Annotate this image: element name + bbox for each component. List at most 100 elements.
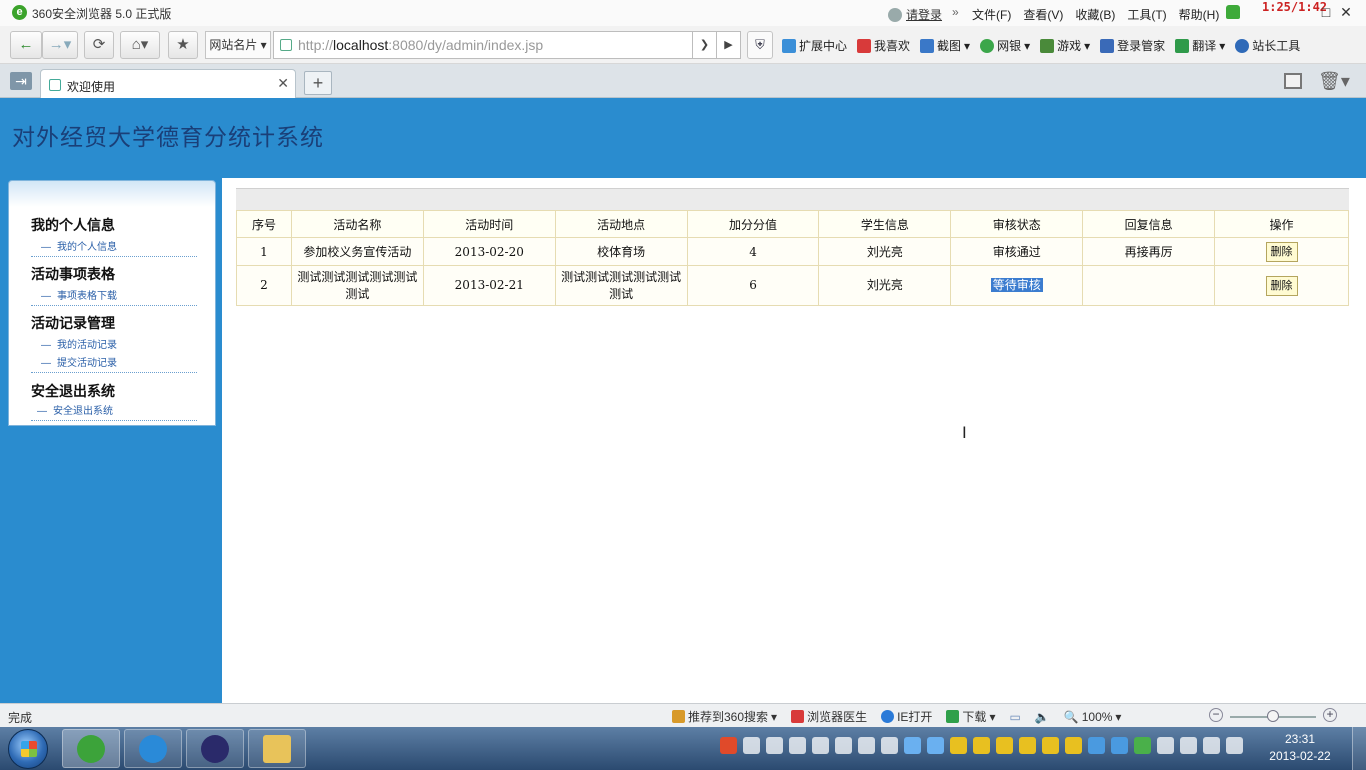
sidebar-item-my-records[interactable]: — 我的活动记录 <box>31 337 197 355</box>
favorite-star-button[interactable]: ★ <box>168 31 198 59</box>
system-clock[interactable]: 23:31 2013-02-22 <box>1262 731 1338 765</box>
toolbar-extensions: 扩展中心 我喜欢 截图 ▾ 网银 ▾ 游戏 ▾ 登录管家 翻译 ▾ 站长工具 <box>782 37 1300 54</box>
login-link[interactable]: 请登录 <box>888 6 942 23</box>
like-button[interactable]: 我喜欢 <box>857 37 910 54</box>
clock-time: 23:31 <box>1284 732 1316 746</box>
menu-help[interactable]: 帮助(H) <box>1179 6 1220 23</box>
qq-icon[interactable] <box>973 737 990 754</box>
url-rest: :8080/dy/admin/index.jsp <box>388 37 544 53</box>
sidebar-item-submit-record[interactable]: — 提交活动记录 <box>31 355 197 373</box>
maximize-icon[interactable]: □ <box>1316 2 1336 22</box>
show-desktop-button[interactable] <box>1352 727 1366 770</box>
back-button[interactable]: ← <box>10 31 42 59</box>
sidebar-item-label: 我的活动记录 <box>57 340 117 351</box>
screenshot-button[interactable]: 截图 ▾ <box>920 37 970 54</box>
tray-icon[interactable] <box>927 737 944 754</box>
tray-icon[interactable] <box>881 737 898 754</box>
delete-button[interactable]: 删除 <box>1265 241 1298 262</box>
tab-close-icon[interactable]: ✕ <box>277 75 289 92</box>
webmaster-tools-button[interactable]: 站长工具 <box>1235 37 1300 54</box>
menu-tools[interactable]: 工具(T) <box>1127 6 1166 23</box>
taskbar-360-browser[interactable] <box>62 729 120 768</box>
more-arrows-icon[interactable]: » <box>952 5 959 19</box>
menu-view[interactable]: 查看(V) <box>1023 6 1063 23</box>
tray-icon[interactable] <box>812 737 829 754</box>
tray-icon[interactable] <box>1180 737 1197 754</box>
tray-icon[interactable] <box>835 737 852 754</box>
taskbar-ie[interactable] <box>124 729 182 768</box>
qq-icon[interactable] <box>1042 737 1059 754</box>
url-history-dropdown[interactable]: ❯ <box>693 31 717 59</box>
bank-button[interactable]: 网银 ▾ <box>980 37 1030 54</box>
go-button[interactable]: ▶ <box>717 31 741 59</box>
browser-status-bar: 完成 推荐到360搜索 ▾ 浏览器医生 IE打开 下载 ▾ ▭ 🔈 🔍 100% … <box>0 703 1366 727</box>
extension-center-button[interactable]: 扩展中心 <box>782 37 847 54</box>
sidebar-heading: 安全退出系统 <box>31 384 115 400</box>
sidebar-item-label: 安全退出系统 <box>53 406 113 417</box>
sidebar-item-my-info[interactable]: — 我的个人信息 <box>31 239 197 257</box>
zoom-in-button[interactable]: + <box>1323 708 1337 722</box>
tab-welcome[interactable]: 欢迎使用 ✕ <box>40 69 296 99</box>
ie-icon <box>881 710 895 723</box>
folder-icon <box>263 735 291 763</box>
tray-icon[interactable] <box>904 737 921 754</box>
zoom-slider-handle[interactable] <box>1267 710 1279 722</box>
status-text: 完成 <box>8 711 33 725</box>
volume-icon[interactable] <box>1203 737 1220 754</box>
translate-button[interactable]: 翻译 ▾ <box>1175 37 1225 54</box>
tray-icon[interactable] <box>743 737 760 754</box>
cell-score: 4 <box>686 237 820 266</box>
translate-icon <box>1175 38 1190 53</box>
cell-reply: 再接再厉 <box>1082 237 1216 266</box>
sidebar-toggle-icon[interactable]: ⇥ <box>10 72 32 90</box>
webmaster-label: 站长工具 <box>1252 39 1301 53</box>
qq-icon[interactable] <box>1065 737 1082 754</box>
game-button[interactable]: 游戏 ▾ <box>1040 37 1090 54</box>
column-header: 加分分值 <box>686 210 820 238</box>
menu-favorites[interactable]: 收藏(B) <box>1075 6 1115 23</box>
sidebar-item-form-download[interactable]: — 事项表格下载 <box>31 288 197 306</box>
qq-icon[interactable] <box>950 737 967 754</box>
sound-icon[interactable]: 🔈 <box>1035 708 1050 725</box>
qq-icon[interactable] <box>996 737 1013 754</box>
close-window-icon[interactable]: ✕ <box>1336 2 1356 22</box>
home-button[interactable]: ⌂▾ <box>120 31 160 59</box>
security-shield-button[interactable]: ⛨ <box>747 31 773 59</box>
sidebar-item-logout[interactable]: — 安全退出系统 <box>31 403 197 421</box>
zoom-out-button[interactable]: − <box>1209 708 1223 722</box>
tray-icon[interactable] <box>1134 737 1151 754</box>
ime-icon[interactable] <box>720 737 737 754</box>
delete-button[interactable]: 删除 <box>1265 275 1298 296</box>
tray-icon[interactable] <box>858 737 875 754</box>
new-tab-button[interactable]: + <box>304 71 332 95</box>
recommend-360-button[interactable]: 推荐到360搜索 ▾ <box>672 708 777 725</box>
trash-icon[interactable]: 🗑▾ <box>1318 71 1350 92</box>
sidebar-heading: 我的个人信息 <box>31 218 115 234</box>
shield-tray-icon[interactable] <box>1111 737 1128 754</box>
taskbar-explorer[interactable] <box>248 729 306 768</box>
menu-file[interactable]: 文件(F) <box>972 6 1011 23</box>
window-icon[interactable]: ▭ <box>1009 708 1020 725</box>
system-tray <box>720 737 1243 754</box>
start-button[interactable] <box>8 729 48 769</box>
taskbar-eclipse[interactable] <box>186 729 244 768</box>
network-icon[interactable] <box>1226 737 1243 754</box>
flag-icon[interactable] <box>1157 737 1174 754</box>
download-button[interactable]: 下载 ▾ <box>946 708 995 725</box>
sidebar-group-records: 活动记录管理 — 我的活动记录 — 提交活动记录 <box>31 313 197 373</box>
forward-button[interactable]: →▾ <box>42 31 78 59</box>
browser-doctor-button[interactable]: 浏览器医生 <box>791 708 867 725</box>
refresh-button[interactable]: ⟳ <box>84 31 114 59</box>
tray-icon[interactable] <box>789 737 806 754</box>
qq-icon[interactable] <box>1019 737 1036 754</box>
skin-shirt-icon[interactable] <box>1226 5 1240 19</box>
zoom-dropdown[interactable]: 🔍 100% ▾ <box>1064 708 1122 725</box>
site-card-dropdown[interactable]: 网站名片 ▾ <box>205 31 271 59</box>
tray-icon[interactable] <box>1088 737 1105 754</box>
tab-label: 欢迎使用 <box>67 80 116 94</box>
login-manager-button[interactable]: 登录管家 <box>1100 37 1165 54</box>
restore-tabs-icon[interactable] <box>1284 73 1302 89</box>
address-bar[interactable]: http://localhost:8080/dy/admin/index.jsp <box>273 31 693 59</box>
ie-open-button[interactable]: IE打开 <box>881 708 932 725</box>
tray-icon[interactable] <box>766 737 783 754</box>
